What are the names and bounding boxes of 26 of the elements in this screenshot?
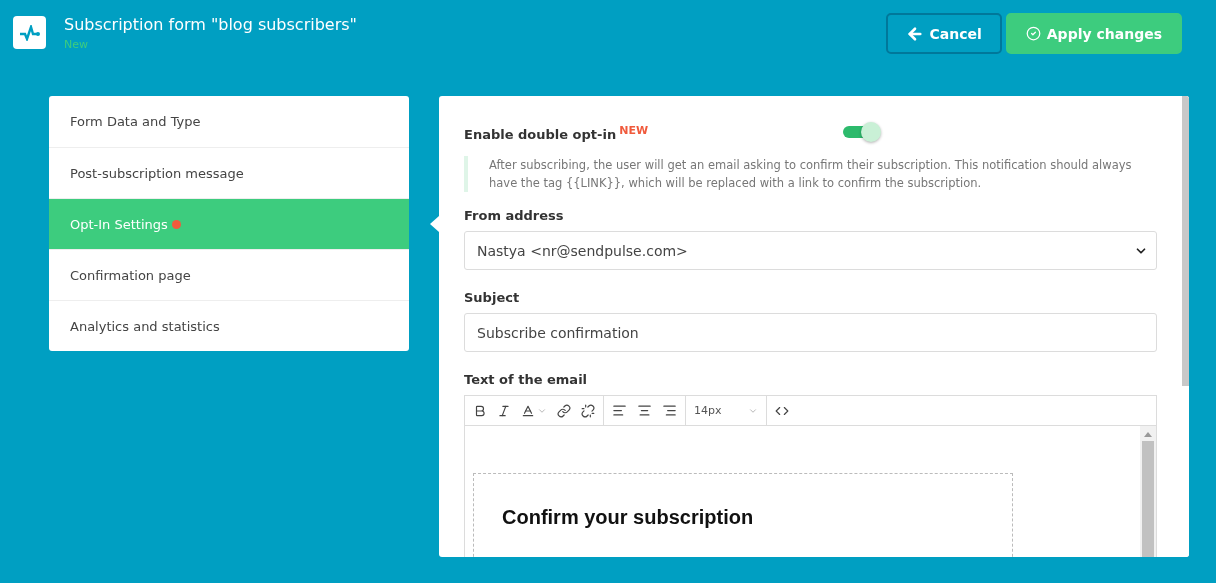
font-size-select[interactable]: 14px xyxy=(694,404,738,418)
subject-field[interactable]: Subscribe confirmation xyxy=(464,313,1157,353)
align-right-icon[interactable] xyxy=(662,403,677,419)
sidebar-item[interactable]: Confirmation page xyxy=(49,249,409,300)
text-color-icon[interactable] xyxy=(521,403,535,418)
form-title: Subscription form "blog subscribers" xyxy=(64,15,358,34)
field-label: Enable double opt-in $^{NEW}$ xyxy=(464,124,649,143)
editor-scrollbar[interactable] xyxy=(1140,426,1156,557)
email-editor[interactable]: 14px Confirm your subscription xyxy=(464,395,1157,557)
link-icon[interactable] xyxy=(557,403,571,418)
bold-icon[interactable] xyxy=(473,403,487,418)
form-status: New xyxy=(64,38,89,51)
info-note: After subscribing, the user will get an email asking to confirm their subscription. This notification should always have the tag {{LINK}}, which will be replaced with a link to confirm the subscription. xyxy=(464,156,1157,193)
from-address-select[interactable]: Nastya <nr@sendpulse.com> xyxy=(464,231,1157,271)
italic-icon[interactable] xyxy=(497,403,511,418)
field-label: From address xyxy=(464,208,565,224)
align-left-icon[interactable] xyxy=(612,403,627,419)
sidebar-item[interactable]: Form Data and Type xyxy=(49,96,409,147)
email-heading: Confirm your subscription xyxy=(502,506,755,530)
unlink-icon[interactable] xyxy=(581,403,595,418)
logo-icon xyxy=(13,16,46,49)
check-circle-icon xyxy=(1025,26,1041,41)
align-center-icon[interactable] xyxy=(637,403,652,419)
field-label: Text of the email xyxy=(464,372,589,388)
field-label: Subject xyxy=(464,290,521,306)
sidebar-item[interactable]: Analytics and statistics xyxy=(49,300,409,351)
